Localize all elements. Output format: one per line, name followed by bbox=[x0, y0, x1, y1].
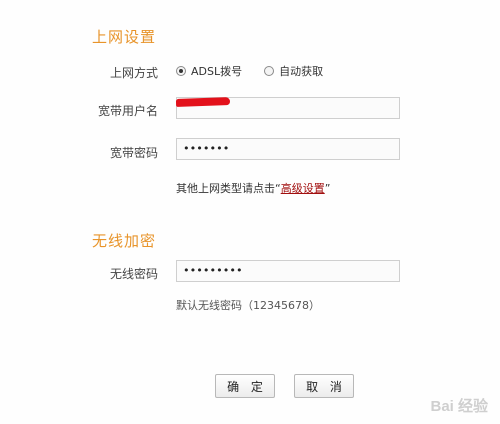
radio-adsl-label: ADSL拨号 bbox=[191, 65, 243, 78]
advanced-settings-link[interactable]: 高级设置 bbox=[281, 182, 325, 195]
connection-mode-label: 上网方式 bbox=[109, 66, 158, 80]
radio-auto[interactable]: 自动获取 bbox=[264, 63, 323, 79]
broadband-password-label: 宽带密码 bbox=[109, 146, 158, 160]
advanced-hint-prefix: 其他上网类型请点击“ bbox=[176, 182, 281, 195]
cancel-button[interactable]: 取 消 bbox=[294, 374, 354, 398]
router-settings-panel: 上网设置 上网方式 ADSL拨号 自动获取 宽带用户名 宽带密码 •••••••… bbox=[0, 0, 500, 424]
watermark-logo: Bai 经验 bbox=[430, 398, 488, 415]
wireless-password-input[interactable]: ••••••••• bbox=[176, 260, 400, 282]
radio-auto-label: 自动获取 bbox=[279, 65, 324, 78]
connection-mode-radio-group: ADSL拨号 自动获取 bbox=[176, 63, 345, 79]
broadband-password-input[interactable]: ••••••• bbox=[176, 138, 400, 160]
internet-settings-title: 上网设置 bbox=[92, 28, 157, 46]
broadband-username-label: 宽带用户名 bbox=[97, 104, 158, 118]
radio-adsl-indicator[interactable] bbox=[176, 66, 186, 76]
advanced-hint-suffix: ” bbox=[324, 182, 331, 195]
wireless-password-label: 无线密码 bbox=[109, 267, 158, 281]
wireless-encryption-title: 无线加密 bbox=[92, 232, 157, 250]
radio-auto-indicator[interactable] bbox=[264, 66, 275, 76]
radio-adsl[interactable]: ADSL拨号 bbox=[176, 63, 242, 79]
advanced-settings-hint: 其他上网类型请点击“高级设置” bbox=[176, 180, 330, 196]
confirm-button[interactable]: 确 定 bbox=[215, 374, 275, 398]
default-wireless-password-hint: 默认无线密码（12345678） bbox=[176, 299, 320, 312]
